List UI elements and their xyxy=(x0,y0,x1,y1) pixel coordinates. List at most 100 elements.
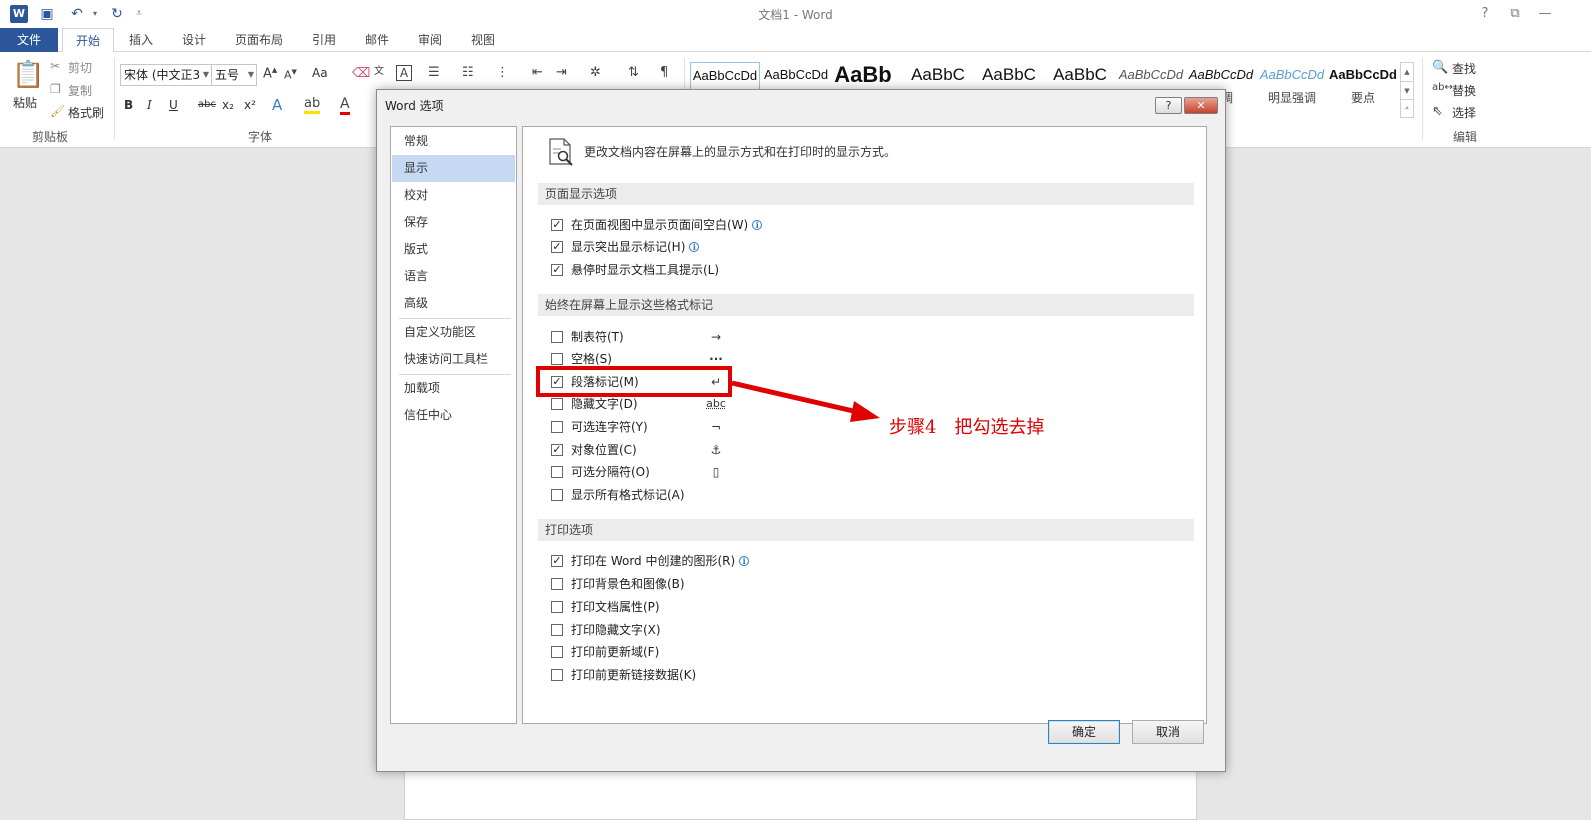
help-icon[interactable]: ? xyxy=(1472,4,1498,24)
font-color-icon[interactable]: A xyxy=(340,96,350,115)
checkbox[interactable] xyxy=(551,646,563,658)
decrease-indent-icon[interactable]: ⇤ xyxy=(532,65,543,80)
cut-icon[interactable]: ✂ xyxy=(50,59,60,73)
display-header-text: 更改文档内容在屏幕上的显示方式和在打印时的显示方式。 xyxy=(584,143,896,160)
nav-item-general[interactable]: 常规 xyxy=(392,128,515,155)
bold-button[interactable]: B xyxy=(124,98,133,112)
nav-item-advanced[interactable]: 高级 xyxy=(392,290,515,317)
checkbox[interactable] xyxy=(551,601,563,613)
italic-button[interactable]: I xyxy=(147,98,152,112)
strikethrough-button[interactable]: abc xyxy=(198,99,216,110)
checkbox[interactable] xyxy=(551,624,563,636)
text-effects-icon[interactable]: A xyxy=(272,96,282,114)
numbering-icon[interactable]: ☷ xyxy=(462,65,474,80)
select-icon[interactable]: ⇖ xyxy=(1432,104,1443,119)
cancel-button[interactable]: 取消 xyxy=(1132,720,1204,744)
nav-item-display[interactable]: 显示 xyxy=(392,155,515,182)
format-painter-button[interactable]: 格式刷 xyxy=(68,104,104,121)
option-label: 隐藏文字(D) xyxy=(571,395,638,413)
sort-icon[interactable]: ⇅ xyxy=(628,65,639,80)
find-icon[interactable]: 🔍 xyxy=(1432,60,1448,75)
bullets-icon[interactable]: ☰ xyxy=(428,65,440,80)
nav-item-add-ins[interactable]: 加载项 xyxy=(392,375,515,402)
option-label-text: 在页面视图中显示页面间空白(W) xyxy=(571,218,748,232)
nav-item-customize-ribbon[interactable]: 自定义功能区 xyxy=(392,319,515,346)
cut-button[interactable]: 剪切 xyxy=(68,59,92,76)
tab-design[interactable]: 设计 xyxy=(169,28,219,52)
option-label: 对象位置(C) xyxy=(571,441,637,459)
shrink-font-icon[interactable]: A▼ xyxy=(284,68,297,82)
select-button[interactable]: 选择 xyxy=(1452,104,1476,121)
checkbox[interactable] xyxy=(551,669,563,681)
find-button[interactable]: 查找 xyxy=(1452,60,1476,77)
checkbox[interactable] xyxy=(551,466,563,478)
multilevel-list-icon[interactable]: ⋮ xyxy=(496,65,509,80)
checkbox[interactable] xyxy=(551,331,563,343)
nav-item-trust-center[interactable]: 信任中心 xyxy=(392,402,515,429)
font-name-combo[interactable]: 宋体 (中文正3 ▼ xyxy=(120,64,212,86)
nav-item-save[interactable]: 保存 xyxy=(392,209,515,236)
tab-home[interactable]: 开始 xyxy=(62,28,114,53)
asian-layout-icon[interactable]: ✲ xyxy=(590,65,601,80)
ribbon-tab-bar: 文件 开始 插入 设计 页面布局 引用 邮件 审阅 视图 xyxy=(0,28,1591,52)
ok-button[interactable]: 确定 xyxy=(1048,720,1120,744)
chevron-down-icon: ▼ xyxy=(203,65,209,85)
underline-button[interactable]: U xyxy=(169,98,178,112)
phonetic-guide-icon[interactable]: 文 xyxy=(374,62,384,77)
checkbox[interactable]: ✓ xyxy=(551,555,563,567)
tab-references[interactable]: 引用 xyxy=(299,28,349,52)
dialog-close-button[interactable]: ✕ xyxy=(1184,97,1218,114)
info-icon[interactable]: i xyxy=(689,242,699,252)
tab-file[interactable]: 文件 xyxy=(0,28,58,52)
style-sample: AaBb xyxy=(832,62,894,88)
checkbox[interactable] xyxy=(551,489,563,501)
checkbox[interactable] xyxy=(551,398,563,410)
style-item[interactable]: AaBbCcDd 要点 xyxy=(1328,62,1398,114)
dialog-help-button[interactable]: ? xyxy=(1155,97,1182,114)
option-label: 可选分隔符(O) xyxy=(571,463,650,481)
character-border-icon[interactable]: A xyxy=(396,65,412,81)
minimize-icon[interactable]: — xyxy=(1532,4,1558,24)
options-nav: 常规 显示 校对 保存 版式 语言 高级 自定义功能区 快速访问工具栏 加载项 … xyxy=(390,126,517,724)
change-case-button[interactable]: Aa xyxy=(312,66,328,80)
subscript-button[interactable]: x₂ xyxy=(222,98,234,112)
info-icon[interactable]: i xyxy=(752,220,762,230)
copy-icon[interactable]: ❐ xyxy=(50,82,61,96)
format-painter-icon[interactable]: 🖌 xyxy=(50,104,65,118)
checkbox[interactable]: ✓ xyxy=(551,444,563,456)
tab-layout[interactable]: 页面布局 xyxy=(222,28,296,52)
style-sample: AaBbCcDd xyxy=(761,62,831,88)
styles-gallery-scroll[interactable]: ▲ ▼ ⩡ xyxy=(1400,62,1414,118)
style-item[interactable]: AaBbCcDd 明显强调 xyxy=(1257,62,1327,114)
increase-indent-icon[interactable]: ⇥ xyxy=(556,65,567,80)
checkbox[interactable] xyxy=(551,353,563,365)
font-name-value: 宋体 (中文正3 xyxy=(124,68,200,82)
checkbox[interactable]: ✓ xyxy=(551,219,563,231)
checkbox[interactable]: ✓ xyxy=(551,241,563,253)
superscript-button[interactable]: x² xyxy=(244,98,256,112)
checkbox[interactable]: ✓ xyxy=(551,264,563,276)
nav-item-proofing[interactable]: 校对 xyxy=(392,182,515,209)
nav-item-language[interactable]: 语言 xyxy=(392,263,515,290)
checkbox[interactable] xyxy=(551,421,563,433)
checkbox[interactable] xyxy=(551,578,563,590)
highlight-color-icon[interactable]: ab xyxy=(304,96,320,114)
grow-font-icon[interactable]: A▲ xyxy=(263,66,277,81)
nav-item-quick-access-toolbar[interactable]: 快速访问工具栏 xyxy=(392,346,515,373)
info-icon[interactable]: i xyxy=(739,556,749,566)
annotation-text: 步骤4 把勾选去掉 xyxy=(889,413,1044,439)
tab-insert[interactable]: 插入 xyxy=(116,28,166,52)
paste-icon[interactable]: 📋 xyxy=(12,60,40,92)
paste-button[interactable]: 粘贴 xyxy=(13,94,37,111)
tab-review[interactable]: 审阅 xyxy=(405,28,455,52)
copy-button[interactable]: 复制 xyxy=(68,82,92,99)
ribbon-display-options-icon[interactable]: ⧉ xyxy=(1502,4,1528,24)
clear-formatting-icon[interactable]: ⌫ xyxy=(352,66,370,81)
tab-view[interactable]: 视图 xyxy=(458,28,508,52)
tab-mailings[interactable]: 邮件 xyxy=(352,28,402,52)
replace-button[interactable]: 替换 xyxy=(1452,82,1476,99)
nav-item-typography[interactable]: 版式 xyxy=(392,236,515,263)
replace-icon[interactable]: ab↔ xyxy=(1432,82,1453,93)
font-size-combo[interactable]: 五号 ▼ xyxy=(211,64,257,86)
show-hide-marks-icon[interactable]: ¶ xyxy=(660,65,668,80)
